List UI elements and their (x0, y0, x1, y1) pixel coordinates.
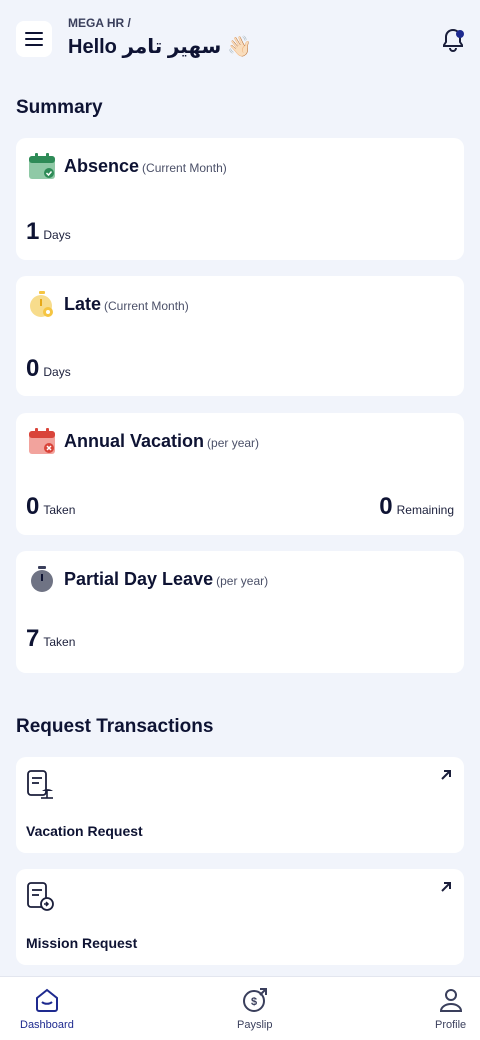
partial-leave-subtitle: (per year) (216, 574, 269, 588)
partial-leave-title: Partial Day Leave (per year) (64, 569, 268, 590)
mission-request-icon (27, 882, 54, 911)
annual-vacation-card[interactable]: Annual Vacation (per year) 0 Taken 0 Rema… (16, 413, 464, 535)
calendar-x-icon (29, 428, 55, 454)
late-unit: Days (43, 365, 71, 379)
vacation-taken-value: 0 (26, 493, 40, 520)
vacation-remaining-value: 0 (379, 493, 393, 520)
greeting: Hello سهير تامر 👋🏻 (68, 34, 252, 59)
breadcrumb: MEGA HR / (68, 16, 131, 30)
summary-title: Summary (16, 97, 103, 118)
mission-request-label: Mission Request (26, 935, 138, 951)
vacation-remaining-label: Remaining (396, 503, 454, 517)
nav-label-profile: Profile (435, 1019, 467, 1031)
late-value: 0 (26, 355, 40, 382)
payslip-icon: $ (242, 988, 267, 1012)
arrow-up-right-icon[interactable] (440, 769, 452, 781)
vacation-request-icon (27, 770, 53, 799)
late-card[interactable]: Late (Current Month) 0 Days (16, 276, 464, 396)
partial-leave-unit: Taken (43, 635, 76, 649)
absence-stat: 1 Days (26, 218, 71, 246)
notification-bell-icon[interactable] (440, 27, 466, 53)
hamburger-icon (25, 32, 43, 46)
profile-icon (439, 989, 462, 1012)
late-title-text: Late (64, 294, 102, 314)
vacation-request-label: Vacation Request (26, 823, 143, 839)
vacation-remaining-stat: 0 Remaining (379, 493, 454, 521)
partial-leave-title-text: Partial Day Leave (64, 569, 214, 589)
vacation-taken-stat: 0 Taken (26, 493, 75, 521)
nav-item-dashboard[interactable]: Dashboard (20, 987, 74, 1031)
nav-label-dashboard: Dashboard (20, 1019, 74, 1031)
nav-label-payslip: Payslip (237, 1019, 273, 1031)
calendar-check-icon (29, 153, 55, 179)
late-title: Late (Current Month) (64, 294, 189, 315)
annual-vacation-title-text: Annual Vacation (64, 431, 205, 451)
wave-emoji: 👋🏻 (227, 36, 253, 58)
stopwatch-icon (30, 291, 53, 317)
bottom-nav: Dashboard $ Payslip Profile (0, 976, 480, 1040)
menu-button[interactable] (16, 21, 52, 57)
absence-title: Absence (Current Month) (64, 156, 227, 177)
annual-vacation-title: Annual Vacation (per year) (64, 431, 259, 452)
absence-value: 1 (26, 218, 40, 245)
nav-item-profile[interactable]: Profile (435, 987, 466, 1031)
partial-leave-card[interactable]: Partial Day Leave (per year) 7 Taken (16, 551, 464, 673)
notification-dot (456, 30, 464, 38)
svg-text:$: $ (251, 996, 257, 1008)
partial-leave-value: 7 (26, 625, 40, 652)
home-icon (35, 988, 58, 1012)
nav-item-payslip[interactable]: $ Payslip (237, 987, 272, 1031)
arrow-up-right-icon[interactable] (440, 881, 452, 893)
requests-title: Request Transactions (16, 716, 214, 737)
annual-vacation-subtitle: (per year) (207, 436, 260, 450)
absence-subtitle: (Current Month) (142, 161, 227, 175)
mission-request-card[interactable]: Mission Request (16, 869, 464, 965)
late-subtitle: (Current Month) (104, 299, 189, 313)
app-header: MEGA HR / Hello سهير تامر 👋🏻 (0, 0, 480, 80)
partial-leave-stat: 7 Taken (26, 625, 75, 653)
absence-unit: Days (43, 228, 71, 242)
vacation-taken-label: Taken (43, 503, 76, 517)
greeting-text: Hello سهير تامر (68, 36, 222, 58)
absence-title-text: Absence (64, 156, 140, 176)
absence-card[interactable]: Absence (Current Month) 1 Days (16, 138, 464, 260)
late-stat: 0 Days (26, 355, 71, 383)
vacation-request-card[interactable]: Vacation Request (16, 757, 464, 853)
timer-icon (31, 566, 53, 592)
